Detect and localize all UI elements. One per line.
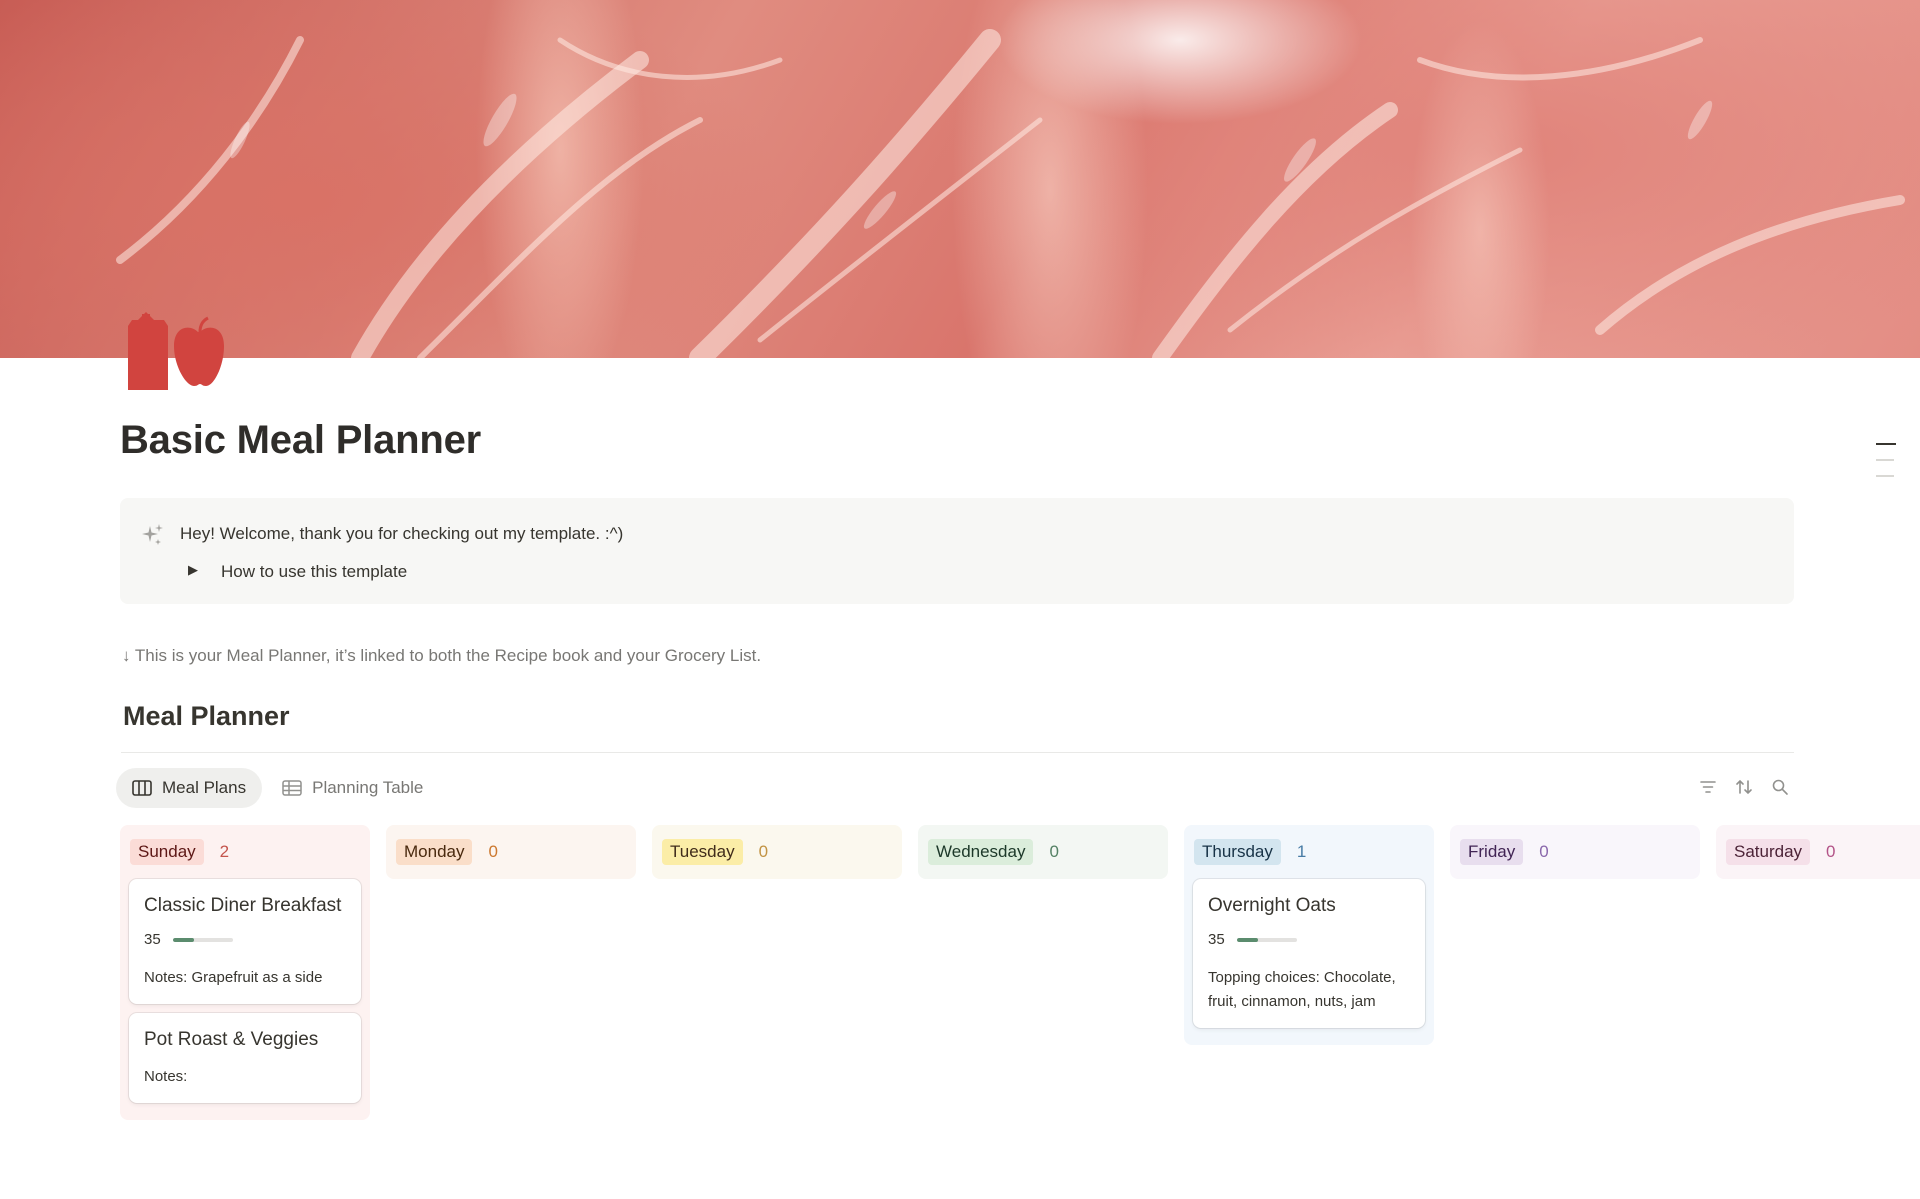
column-count: 1	[1296, 842, 1307, 861]
tab-planning-table[interactable]: Planning Table	[266, 768, 439, 808]
day-tag: Thursday	[1194, 839, 1281, 865]
column-count: 0	[1049, 842, 1059, 861]
column-wednesday: Wednesday 0	[918, 825, 1168, 879]
day-tag: Sunday	[130, 839, 204, 865]
day-tag: Tuesday	[662, 839, 743, 865]
board-icon	[132, 780, 152, 796]
day-tag: Monday	[396, 839, 473, 865]
column-count: 0	[1826, 842, 1836, 861]
meal-notes: Notes:	[144, 1068, 188, 1085]
day-tag: Friday	[1460, 839, 1524, 865]
rating-bar-fill	[172, 937, 194, 942]
rating: 35	[1208, 931, 1410, 948]
meal-title: Classic Diner Breakfast	[144, 895, 342, 916]
welcome-callout: Hey! Welcome, thank you for checking out…	[120, 498, 1794, 604]
rating-value: 35	[1208, 931, 1225, 948]
rating: 35	[144, 931, 346, 948]
meal-card[interactable]: Pot Roast & Veggies Notes:	[129, 1013, 361, 1103]
planner-description: ↓ This is your Meal Planner, it’s linked…	[122, 646, 762, 665]
column-header[interactable]: Friday 0	[1450, 825, 1700, 879]
column-count: 2	[219, 842, 230, 861]
column-header[interactable]: Saturday 0	[1716, 825, 1920, 879]
welcome-text: Hey! Welcome, thank you for checking out…	[180, 524, 624, 543]
meal-notes: Topping choices: Chocolate, fruit, cinna…	[1208, 969, 1396, 1010]
rating-bar	[1236, 937, 1297, 942]
column-tuesday: Tuesday 0	[652, 825, 902, 879]
meal-plans-board: Sunday 2 Classic Diner Breakfast 35 Note…	[120, 825, 1920, 1199]
column-header[interactable]: Wednesday 0	[918, 825, 1168, 879]
column-sunday: Sunday 2 Classic Diner Breakfast 35 Note…	[120, 825, 370, 1120]
rating-value: 35	[144, 931, 161, 948]
cover-image	[0, 0, 1920, 358]
how-to-use-toggle[interactable]: How to use this template	[221, 562, 407, 582]
table-icon	[282, 780, 302, 796]
meal-title: Overnight Oats	[1208, 895, 1336, 916]
meal-card[interactable]: Overnight Oats 35 Topping choices: Choco…	[1193, 879, 1425, 1028]
tab-label: Meal Plans	[162, 778, 247, 797]
column-saturday: Saturday 0	[1716, 825, 1920, 879]
day-tag: Saturday	[1726, 839, 1811, 865]
meal-notes: Notes: Grapefruit as a side	[144, 969, 323, 986]
day-tag: Wednesday	[928, 839, 1034, 865]
tab-label: Planning Table	[312, 778, 424, 797]
column-count: 0	[758, 842, 769, 861]
section-title: Meal Planner	[123, 701, 290, 731]
search-icon[interactable]	[1762, 778, 1798, 796]
column-count: 0	[1539, 842, 1549, 861]
page-title: Basic Meal Planner	[120, 418, 482, 462]
column-header[interactable]: Sunday 2	[120, 825, 370, 879]
column-friday: Friday 0	[1450, 825, 1700, 879]
table-of-contents-indicator[interactable]	[1876, 443, 1896, 491]
tab-meal-plans[interactable]: Meal Plans	[116, 768, 263, 808]
meal-card[interactable]: Classic Diner Breakfast 35 Notes: Grapef…	[129, 879, 361, 1004]
sparkles-icon	[138, 522, 166, 550]
column-header[interactable]: Monday 0	[386, 825, 636, 879]
rating-bar	[172, 937, 233, 942]
column-thursday: Thursday 1 Overnight Oats 35 Topping cho…	[1184, 825, 1434, 1045]
sort-icon[interactable]	[1726, 778, 1762, 796]
meal-title: Pot Roast & Veggies	[144, 1029, 319, 1050]
lunchbox-apple-icon[interactable]	[124, 312, 224, 392]
toggle-arrow-icon[interactable]: ▶	[188, 562, 198, 578]
column-header[interactable]: Tuesday 0	[652, 825, 902, 879]
column-header[interactable]: Thursday 1	[1184, 825, 1434, 879]
view-tabs: Meal Plans Planning Table	[116, 768, 443, 808]
rating-bar-fill	[1236, 937, 1258, 942]
view-tools	[1690, 778, 1798, 796]
section-divider	[121, 752, 1794, 753]
filter-icon[interactable]	[1690, 778, 1726, 796]
column-monday: Monday 0	[386, 825, 636, 879]
column-count: 0	[488, 842, 498, 861]
